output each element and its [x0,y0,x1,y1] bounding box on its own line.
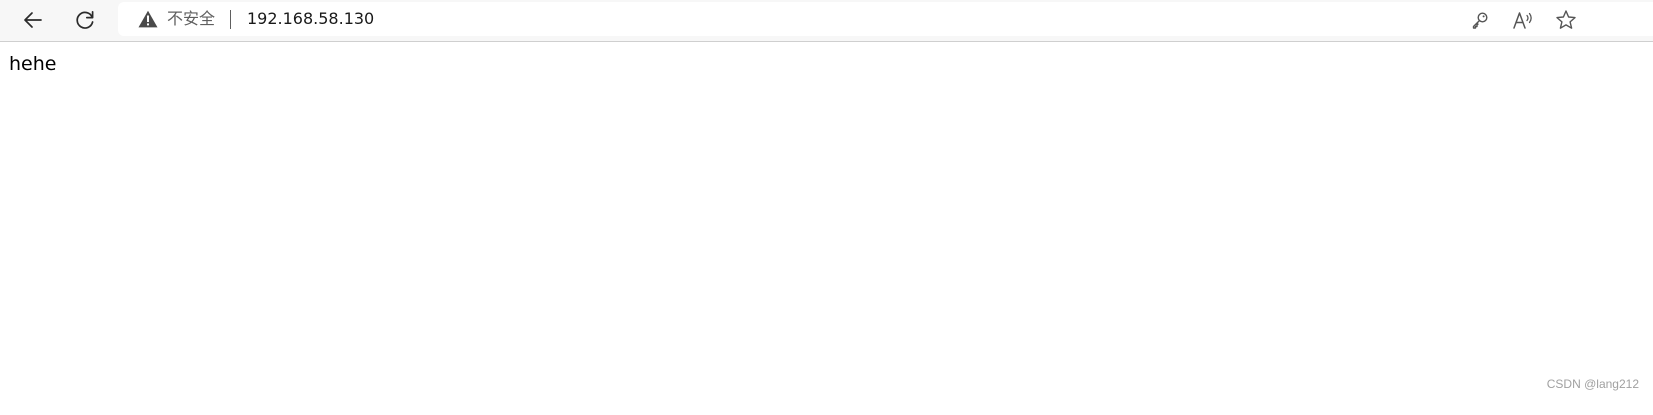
url-text[interactable]: 192.168.58.130 [247,9,374,29]
back-arrow-icon [24,12,42,28]
page-content: hehe CSDN @lang212 [0,42,1653,415]
favorite-star-icon[interactable] [1555,9,1577,31]
read-aloud-icon[interactable] [1512,9,1534,31]
page-body-text: hehe [9,53,57,75]
reload-icon [76,10,94,29]
browser-toolbar: 不安全 192.168.58.130 [0,0,1653,42]
address-bar[interactable]: 不安全 192.168.58.130 [118,2,1653,36]
warning-triangle-icon[interactable] [138,10,158,28]
key-icon[interactable] [1469,9,1491,31]
address-divider [230,10,231,29]
csdn-watermark: CSDN @lang212 [1546,377,1639,391]
reload-button[interactable] [68,3,102,37]
back-button[interactable] [16,3,50,37]
browser-window: 不安全 192.168.58.130 hehe CSDN @lang212 [0,0,1653,415]
security-status-label[interactable]: 不安全 [167,9,215,29]
